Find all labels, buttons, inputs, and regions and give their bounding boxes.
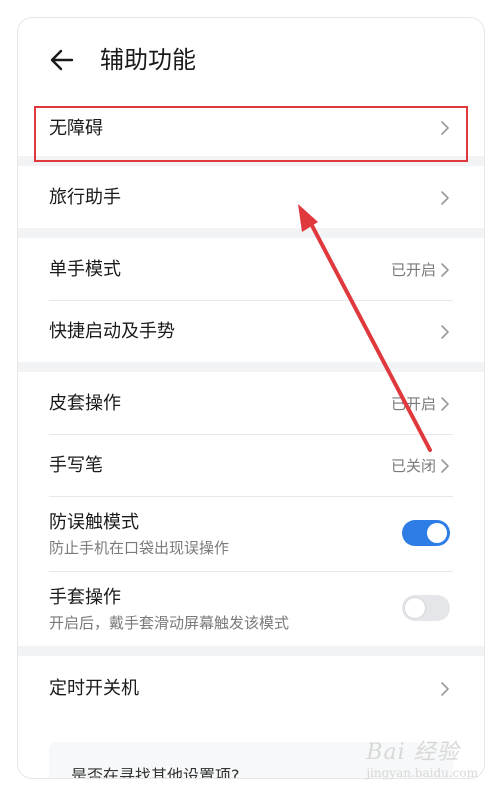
- row-label: 单手模式: [49, 259, 121, 280]
- watermark-url: jingyan.baidu.com: [366, 766, 478, 780]
- row-label: 手套操作: [49, 587, 121, 608]
- row-label: 快捷启动及手势: [49, 321, 175, 342]
- watermark: Bai 经验 jingyan.baidu.com: [366, 734, 478, 780]
- row-label: 无障碍: [49, 118, 103, 139]
- row-glove-mode: 手套操作 开启后，戴手套滑动屏幕触发该模式: [18, 571, 484, 646]
- row-accessibility[interactable]: 无障碍: [18, 104, 484, 156]
- group-accessibility: 无障碍: [18, 104, 484, 156]
- anti-mistouch-toggle[interactable]: [402, 520, 450, 546]
- row-cover-ops[interactable]: 皮套操作 已开启: [18, 372, 484, 434]
- chevron-right-icon: [441, 397, 449, 411]
- toggle-knob: [405, 598, 425, 618]
- row-value: 已开启: [390, 261, 436, 279]
- row-scheduled-power[interactable]: 定时开关机: [18, 656, 484, 718]
- group-travel: 旅行助手: [18, 166, 484, 228]
- chevron-right-icon: [441, 325, 449, 339]
- arrow-left-icon[interactable]: [46, 44, 78, 76]
- watermark-text: Bai 经验: [366, 740, 460, 765]
- page-title: 辅助功能: [100, 46, 196, 74]
- other-settings-text: 是否在寻找其他设置项?: [71, 766, 240, 778]
- chevron-right-icon: [441, 263, 449, 277]
- chevron-right-icon: [441, 682, 449, 696]
- row-label: 防误触模式: [49, 512, 139, 533]
- row-value: 已关闭: [390, 457, 436, 475]
- row-label: 旅行助手: [49, 187, 121, 208]
- row-label: 皮套操作: [49, 393, 121, 414]
- chevron-right-icon: [441, 121, 449, 135]
- glove-mode-toggle[interactable]: [402, 595, 450, 621]
- row-anti-mistouch: 防误触模式 防止手机在口袋出现误操作: [18, 496, 484, 571]
- row-label: 手写笔: [49, 455, 103, 476]
- row-sublabel: 开启后，戴手套滑动屏幕触发该模式: [49, 614, 290, 632]
- row-one-hand-mode[interactable]: 单手模式 已开启: [18, 238, 484, 300]
- chevron-right-icon: [441, 191, 449, 205]
- row-stylus[interactable]: 手写笔 已关闭: [18, 434, 484, 496]
- row-label: 定时开关机: [49, 678, 139, 699]
- toggle-knob: [427, 523, 447, 543]
- group-input: 皮套操作 已开启 手写笔 已关闭 防误触模式 防止手机在口袋出现误操作 手套操作…: [18, 372, 484, 646]
- settings-screen: 辅助功能 无障碍 旅行助手 单手模式 已开启 快捷启动及手势 皮套操作 已开启: [18, 18, 484, 778]
- row-value: 已开启: [390, 395, 436, 413]
- row-travel-assistant[interactable]: 旅行助手: [18, 166, 484, 228]
- row-sublabel: 防止手机在口袋出现误操作: [49, 539, 230, 557]
- chevron-right-icon: [441, 459, 449, 473]
- row-quick-launch[interactable]: 快捷启动及手势: [18, 300, 484, 362]
- group-modes: 单手模式 已开启 快捷启动及手势: [18, 238, 484, 362]
- top-bar: 辅助功能: [18, 18, 484, 104]
